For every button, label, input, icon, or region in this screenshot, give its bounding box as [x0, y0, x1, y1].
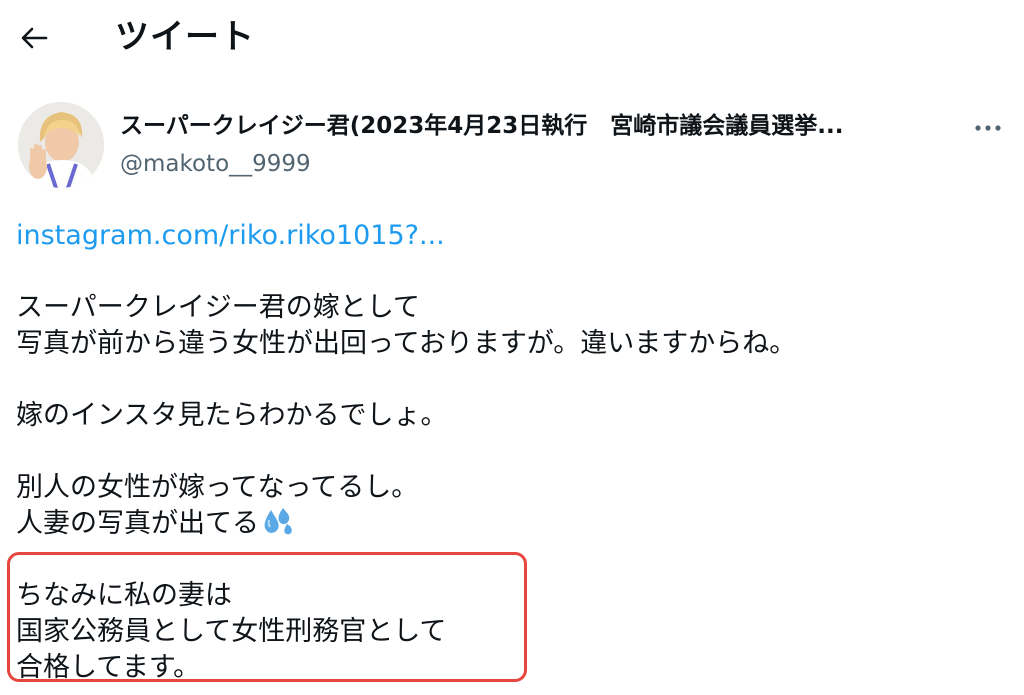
- paragraph-1: スーパークレイジー君の嫁として 写真が前から違う女性が出回っておりますが。違いま…: [16, 290, 1006, 362]
- instagram-link[interactable]: instagram.com/riko.riko1015?...: [16, 218, 1006, 254]
- more-horizontal-icon: [975, 125, 1001, 131]
- text-line: 別人の女性が嫁ってなってるし。: [16, 472, 419, 503]
- arrow-left-icon: [21, 27, 48, 49]
- author-name[interactable]: スーパークレイジー君(2023年4月23日執行 宮崎市議会議員選挙...: [120, 110, 940, 142]
- paragraph-3: 別人の女性が嫁ってなってるし。 人妻の写真が出てる: [16, 470, 1006, 542]
- avatar[interactable]: [18, 102, 104, 188]
- paragraph-2: 嫁のインスタ見たらわかるでしょ。: [16, 398, 1006, 434]
- text-line: スーパークレイジー君の嫁として: [16, 292, 420, 323]
- text-line-with-emoji: 人妻の写真が出てる: [16, 506, 1006, 542]
- tweet-header: ツイート: [0, 0, 1024, 80]
- sweat-droplets-icon: [264, 508, 292, 535]
- highlight-annotation: [7, 552, 527, 682]
- text-line: 嫁のインスタ見たらわかるでしょ。: [16, 400, 448, 431]
- tweet-author: スーパークレイジー君(2023年4月23日執行 宮崎市議会議員選挙... @ma…: [0, 98, 1024, 194]
- text-line: 人妻の写真が出てる: [16, 508, 259, 539]
- avatar-image: [18, 102, 104, 188]
- back-button[interactable]: [16, 18, 52, 58]
- page-title: ツイート: [115, 17, 255, 57]
- text-line: 写真が前から違う女性が出回っておりますが。違いますからね。: [16, 328, 797, 359]
- author-handle[interactable]: @makoto__9999: [120, 148, 311, 180]
- more-options-button[interactable]: [966, 112, 1010, 144]
